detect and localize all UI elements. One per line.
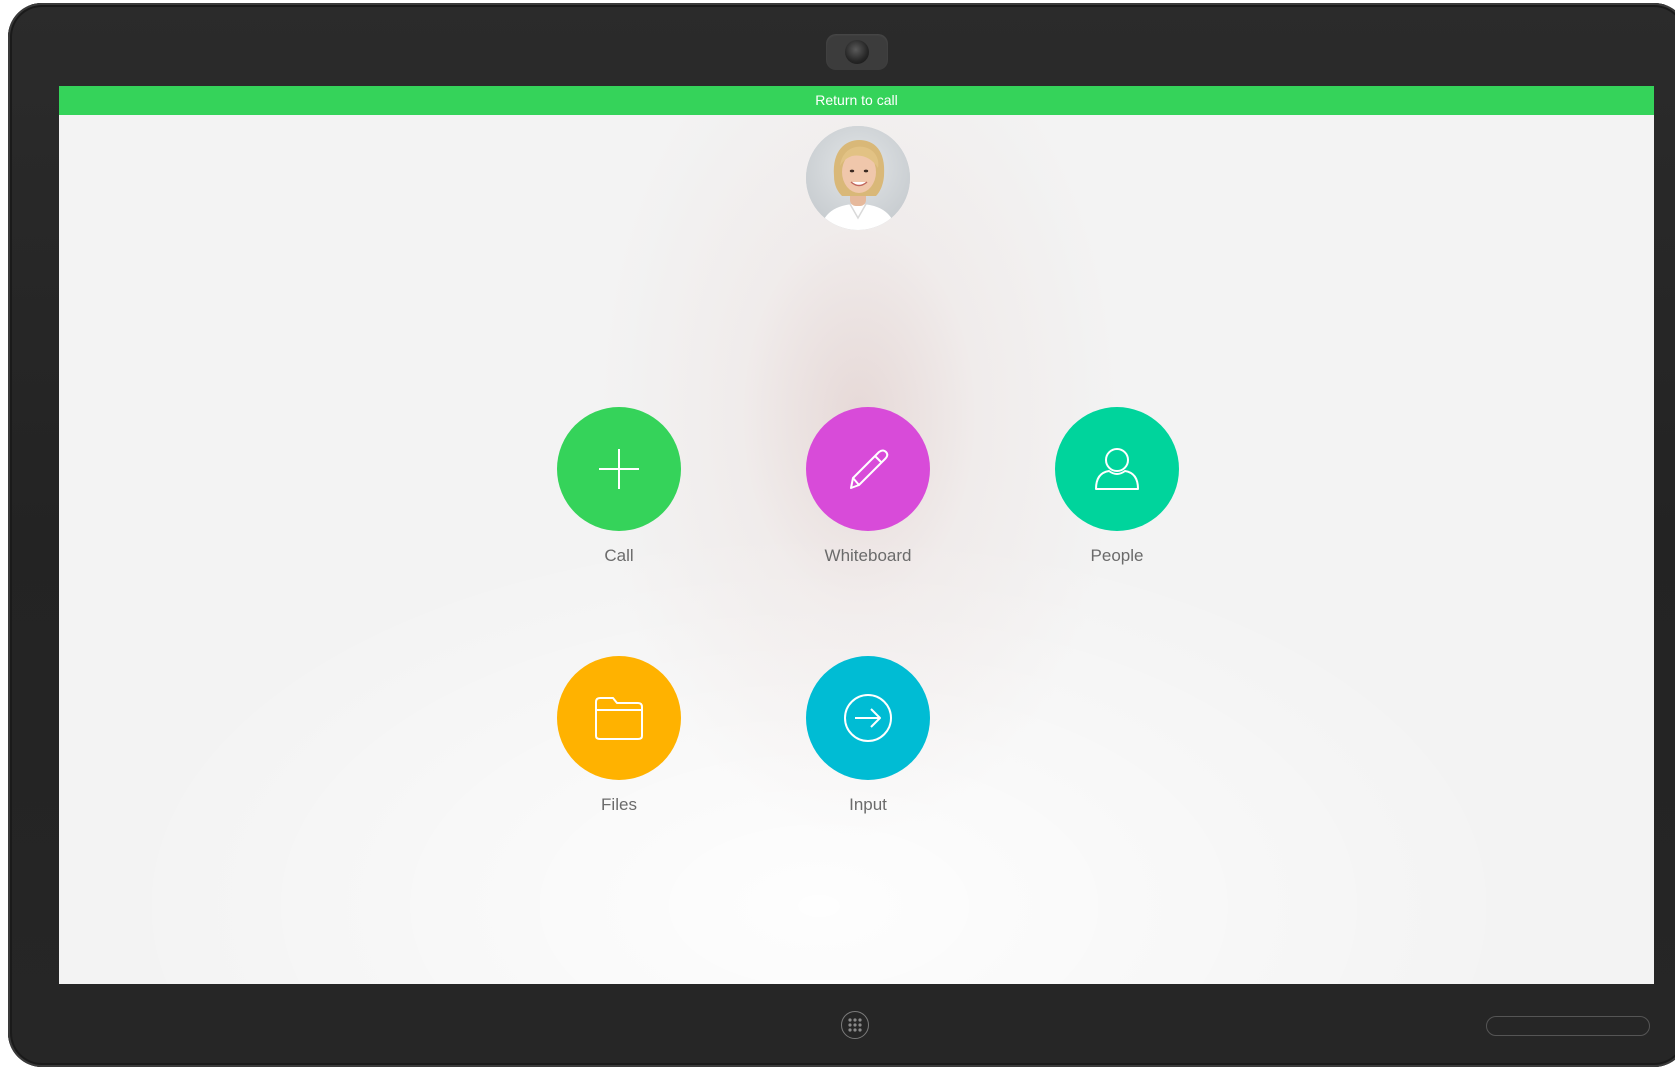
tile-files[interactable]: Files: [529, 656, 709, 815]
folder-icon: [595, 697, 643, 740]
input-button[interactable]: [806, 656, 930, 780]
camera-lens-icon: [845, 40, 869, 64]
home-button[interactable]: [841, 1011, 869, 1039]
grid-icon: [848, 1018, 862, 1032]
tile-call[interactable]: Call: [529, 407, 709, 566]
screen: Return to call Call Whiteboard People Fi…: [59, 86, 1654, 984]
pencil-icon: [850, 449, 889, 489]
people-label: People: [1090, 546, 1144, 565]
files-button[interactable]: [557, 656, 681, 780]
avatar-photo-icon: [806, 126, 910, 230]
return-to-call-bar[interactable]: Return to call: [59, 86, 1654, 115]
device-frame: Return to call Call Whiteboard People Fi…: [8, 3, 1675, 1067]
return-to-call-label: Return to call: [815, 92, 898, 108]
call-button[interactable]: [557, 407, 681, 531]
files-label: Files: [601, 795, 637, 814]
call-label: Call: [604, 546, 634, 565]
plus-icon: [599, 449, 639, 489]
tile-whiteboard[interactable]: Whiteboard: [778, 407, 958, 566]
camera: [826, 34, 888, 70]
tile-people[interactable]: People: [1027, 407, 1207, 566]
pen-holder: [1486, 1016, 1650, 1036]
arrow-circle-icon: [844, 694, 892, 742]
avatar[interactable]: [806, 126, 910, 230]
whiteboard-button[interactable]: [806, 407, 930, 531]
person-icon: [1095, 448, 1139, 490]
whiteboard-label: Whiteboard: [824, 546, 912, 565]
people-button[interactable]: [1055, 407, 1179, 531]
tile-input[interactable]: Input: [778, 656, 958, 815]
input-label: Input: [849, 795, 887, 814]
